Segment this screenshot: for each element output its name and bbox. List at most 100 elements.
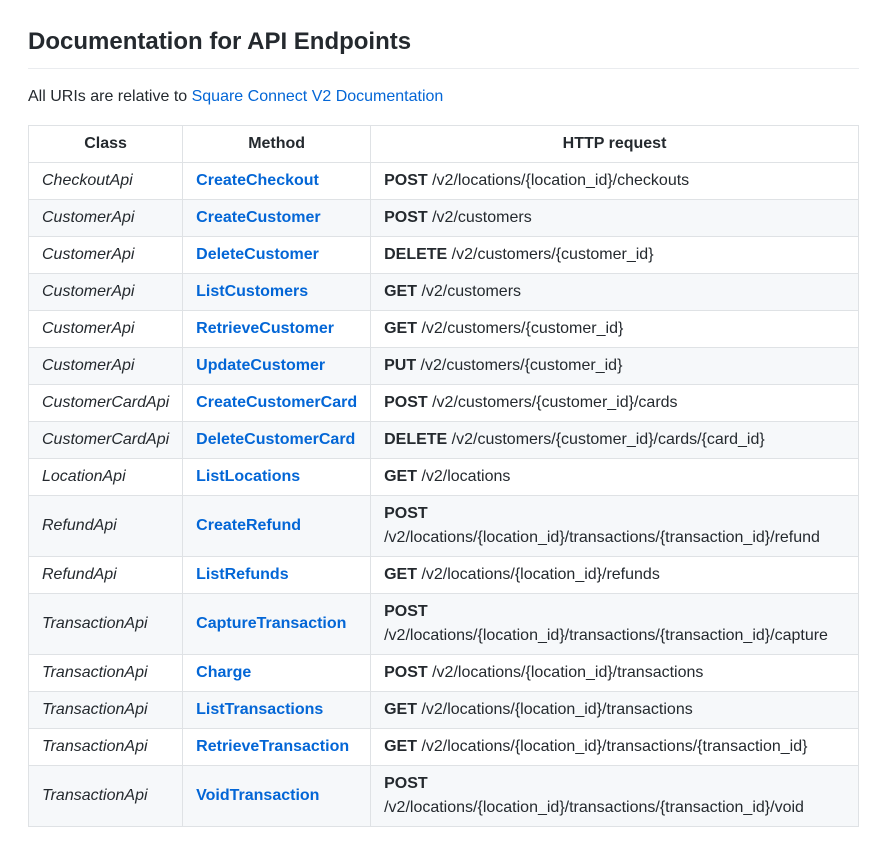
table-row: CustomerApi CreateCustomer POST /v2/custom… [29,200,859,237]
method-link[interactable]: ListTransactions [196,701,323,718]
request-cell: POST /v2/locations/{location_id}/transac… [371,496,859,557]
method-link[interactable]: RetrieveCustomer [196,320,334,337]
http-path: /v2/customers/{customer_id}/cards/{card_… [452,431,765,448]
request-cell: POST /v2/locations/{location_id}/transac… [371,655,859,692]
request-cell: GET /v2/locations/{location_id}/transact… [371,729,859,766]
class-cell: CustomerApi [29,274,183,311]
method-cell: RetrieveCustomer [183,311,371,348]
request-cell: POST /v2/locations/{location_id}/transac… [371,594,859,655]
http-path: /v2/customers/{customer_id} [421,320,623,337]
class-cell: TransactionApi [29,655,183,692]
class-cell: CheckoutApi [29,163,183,200]
http-path: /v2/locations/{location_id}/transactions… [384,627,828,644]
method-cell: VoidTransaction [183,766,371,827]
method-link[interactable]: Charge [196,664,251,681]
method-cell: ListRefunds [183,557,371,594]
table-row: CustomerCardApiDeleteCustomerCardDELETE … [29,422,859,459]
http-verb: POST [384,775,428,792]
table-row: CheckoutApi CreateCheckout POST /v2/locati… [29,163,859,200]
http-verb: POST [384,172,428,189]
intro-link[interactable]: Square Connect V2 Documentation [192,88,444,105]
method-cell: DeleteCustomer [183,237,371,274]
method-link[interactable]: ListLocations [196,468,300,485]
request-cell: GET /v2/locations [371,459,859,496]
method-link[interactable]: VoidTransaction [196,787,319,804]
request-cell: GET /v2/customers/{customer_id} [371,311,859,348]
request-cell: POST /v2/locations/{location_id}/checkou… [371,163,859,200]
method-cell: CreateCustomer [183,200,371,237]
http-verb: GET [384,468,417,485]
method-link[interactable]: DeleteCustomerCard [196,431,355,448]
method-link[interactable]: CreateRefund [196,517,301,534]
http-verb: PUT [384,357,416,374]
class-cell: CustomerApi [29,237,183,274]
table-row: TransactionApiRetrieveTransactionGET /v2… [29,729,859,766]
request-cell: GET /v2/locations/{location_id}/refunds [371,557,859,594]
http-verb: POST [384,505,428,522]
table-row: RefundApi CreateRefund POST /v2/locations/… [29,496,859,557]
intro-paragraph: All URIs are relative to Square Connect … [28,85,859,109]
col-header-method: Method [183,126,371,163]
method-link[interactable]: CreateCustomerCard [196,394,357,411]
class-cell: RefundApi [29,557,183,594]
method-link[interactable]: CreateCustomer [196,209,320,226]
table-row: TransactionApiListTransactionsGET /v2/lo… [29,692,859,729]
method-link[interactable]: ListRefunds [196,566,288,583]
class-cell: CustomerApi [29,200,183,237]
http-verb: GET [384,320,417,337]
table-row: LocationApi ListLocations GET /v2/location… [29,459,859,496]
http-verb: DELETE [384,431,447,448]
table-row: CustomerApi RetrieveCustomer GET /v2/custo… [29,311,859,348]
class-cell: LocationApi [29,459,183,496]
request-cell: POST /v2/customers [371,200,859,237]
http-path: /v2/locations/{location_id}/transactions [432,664,703,681]
method-cell: CreateCheckout [183,163,371,200]
class-cell: CustomerApi [29,348,183,385]
method-cell: CaptureTransaction [183,594,371,655]
intro-text: All URIs are relative to [28,88,192,105]
table-row: CustomerCardApi CreateCustomerCard POST /v… [29,385,859,422]
table-row: CustomerApi ListCustomers GET /v2/customer… [29,274,859,311]
method-cell: CreateCustomerCard [183,385,371,422]
class-cell: TransactionApi [29,729,183,766]
method-cell: ListCustomers [183,274,371,311]
request-cell: GET /v2/locations/{location_id}/transact… [371,692,859,729]
http-verb: POST [384,664,428,681]
col-header-request: HTTP request [371,126,859,163]
method-cell: CreateRefund [183,496,371,557]
request-cell: GET /v2/customers [371,274,859,311]
request-cell: POST /v2/customers/{customer_id}/cards [371,385,859,422]
request-cell: POST /v2/locations/{location_id}/transac… [371,766,859,827]
method-link[interactable]: CaptureTransaction [196,615,346,632]
http-path: /v2/locations/{location_id}/transactions… [384,799,804,816]
class-cell: CustomerCardApi [29,385,183,422]
method-link[interactable]: CreateCheckout [196,172,319,189]
http-verb: POST [384,603,428,620]
method-link[interactable]: UpdateCustomer [196,357,325,374]
table-row: CustomerApi UpdateCustomer PUT /v2/custome… [29,348,859,385]
method-link[interactable]: DeleteCustomer [196,246,319,263]
col-header-class: Class [29,126,183,163]
class-cell: TransactionApi [29,766,183,827]
table-row: RefundApi ListRefunds GET /v2/locations/{l… [29,557,859,594]
http-path: /v2/locations [421,468,510,485]
http-verb: GET [384,283,417,300]
method-cell: ListLocations [183,459,371,496]
class-cell: CustomerCardApi [29,422,183,459]
table-row: TransactionApi VoidTransaction POST /v2/lo… [29,766,859,827]
http-path: /v2/customers/{customer_id}/cards [432,394,677,411]
class-cell: RefundApi [29,496,183,557]
http-path: /v2/locations/{location_id}/checkouts [432,172,689,189]
http-verb: GET [384,566,417,583]
class-cell: CustomerApi [29,311,183,348]
http-path: /v2/locations/{location_id}/refunds [421,566,659,583]
table-row: TransactionApi CaptureTransaction POST /v2… [29,594,859,655]
method-cell: ListTransactions [183,692,371,729]
table-row: TransactionApi Charge POST /v2/locations/{… [29,655,859,692]
method-cell: Charge [183,655,371,692]
http-path: /v2/locations/{location_id}/transactions [421,701,692,718]
class-cell: TransactionApi [29,594,183,655]
method-link[interactable]: ListCustomers [196,283,308,300]
http-path: /v2/customers [421,283,521,300]
http-path: /v2/customers/{customer_id} [421,357,623,374]
